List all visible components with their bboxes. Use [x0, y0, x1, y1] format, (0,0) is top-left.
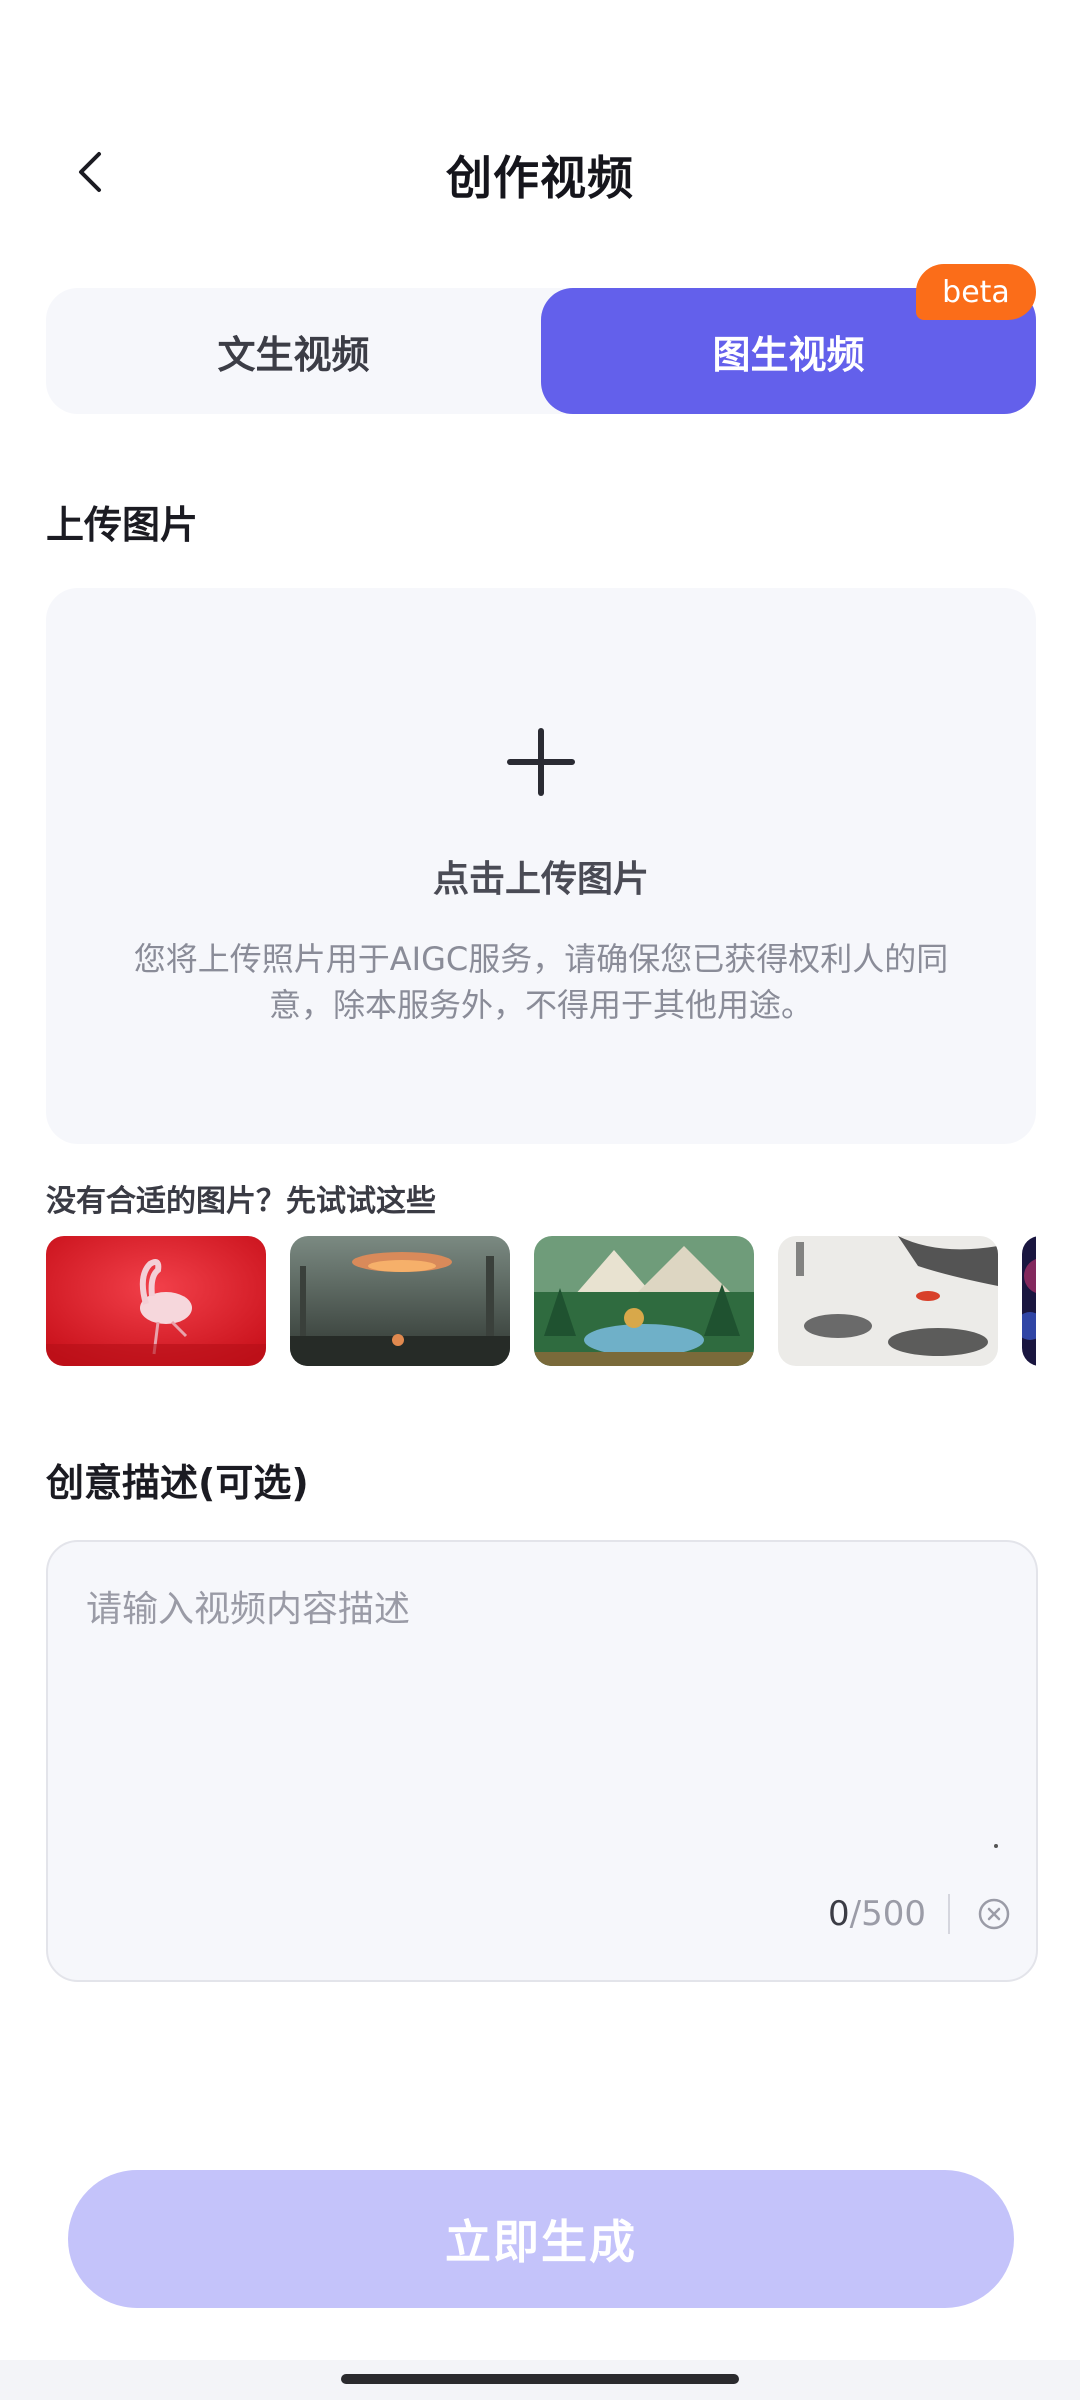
sample-thumb-ufo[interactable] — [290, 1236, 510, 1366]
upload-notice: 您将上传照片用于AIGC服务，请确保您已获得权利人的同意，除本服务外，不得用于其… — [133, 940, 949, 1024]
counter-divider — [948, 1894, 950, 1934]
char-count: 0 — [828, 1894, 850, 1934]
description-section-title: 创意描述(可选) — [46, 1461, 309, 1505]
create-video-page: 创作视频 文生视频 图生视频 beta 上传图片 点击上传图片 您将上传照片用于… — [0, 0, 1080, 2400]
description-box: 0/500 — [46, 1540, 1038, 1982]
home-indicator[interactable] — [341, 2374, 739, 2384]
generate-button[interactable]: 立即生成 — [68, 2170, 1014, 2308]
sample-thumb-ink-painting[interactable] — [778, 1236, 998, 1366]
upload-section-title: 上传图片 — [46, 503, 199, 547]
tab-text-to-video[interactable]: 文生视频 — [46, 288, 541, 414]
plus-icon — [507, 728, 575, 796]
page-title: 创作视频 — [446, 151, 634, 205]
system-nav-bar — [0, 2360, 1080, 2400]
sample-thumb-clay-forest[interactable] — [534, 1236, 754, 1366]
samples-hint: 没有合适的图片？先试试这些 — [46, 1184, 436, 1219]
tab-label: 图生视频 — [712, 332, 865, 377]
beta-badge: beta — [916, 264, 1036, 320]
description-input[interactable] — [84, 1578, 1000, 1902]
upload-image-area[interactable]: 点击上传图片 您将上传照片用于AIGC服务，请确保您已获得权利人的同意，除本服务… — [46, 588, 1036, 1144]
header: 创作视频 — [0, 130, 1080, 218]
tab-image-to-video[interactable]: 图生视频 beta — [541, 264, 1036, 414]
tab-label: 文生视频 — [217, 332, 370, 377]
upload-label: 点击上传图片 — [432, 859, 649, 900]
char-counter: 0/500 — [828, 1894, 926, 1934]
clear-circle-icon — [978, 1898, 1010, 1934]
sample-thumb-flamingo[interactable] — [46, 1236, 266, 1366]
char-max: /500 — [849, 1894, 926, 1934]
resize-handle[interactable] — [994, 1844, 998, 1848]
clear-button[interactable] — [978, 1898, 1010, 1930]
mode-tabs: 文生视频 图生视频 beta — [46, 264, 1036, 414]
sample-thumb-galaxy[interactable] — [1022, 1236, 1036, 1366]
sample-images-row — [46, 1236, 1036, 1368]
